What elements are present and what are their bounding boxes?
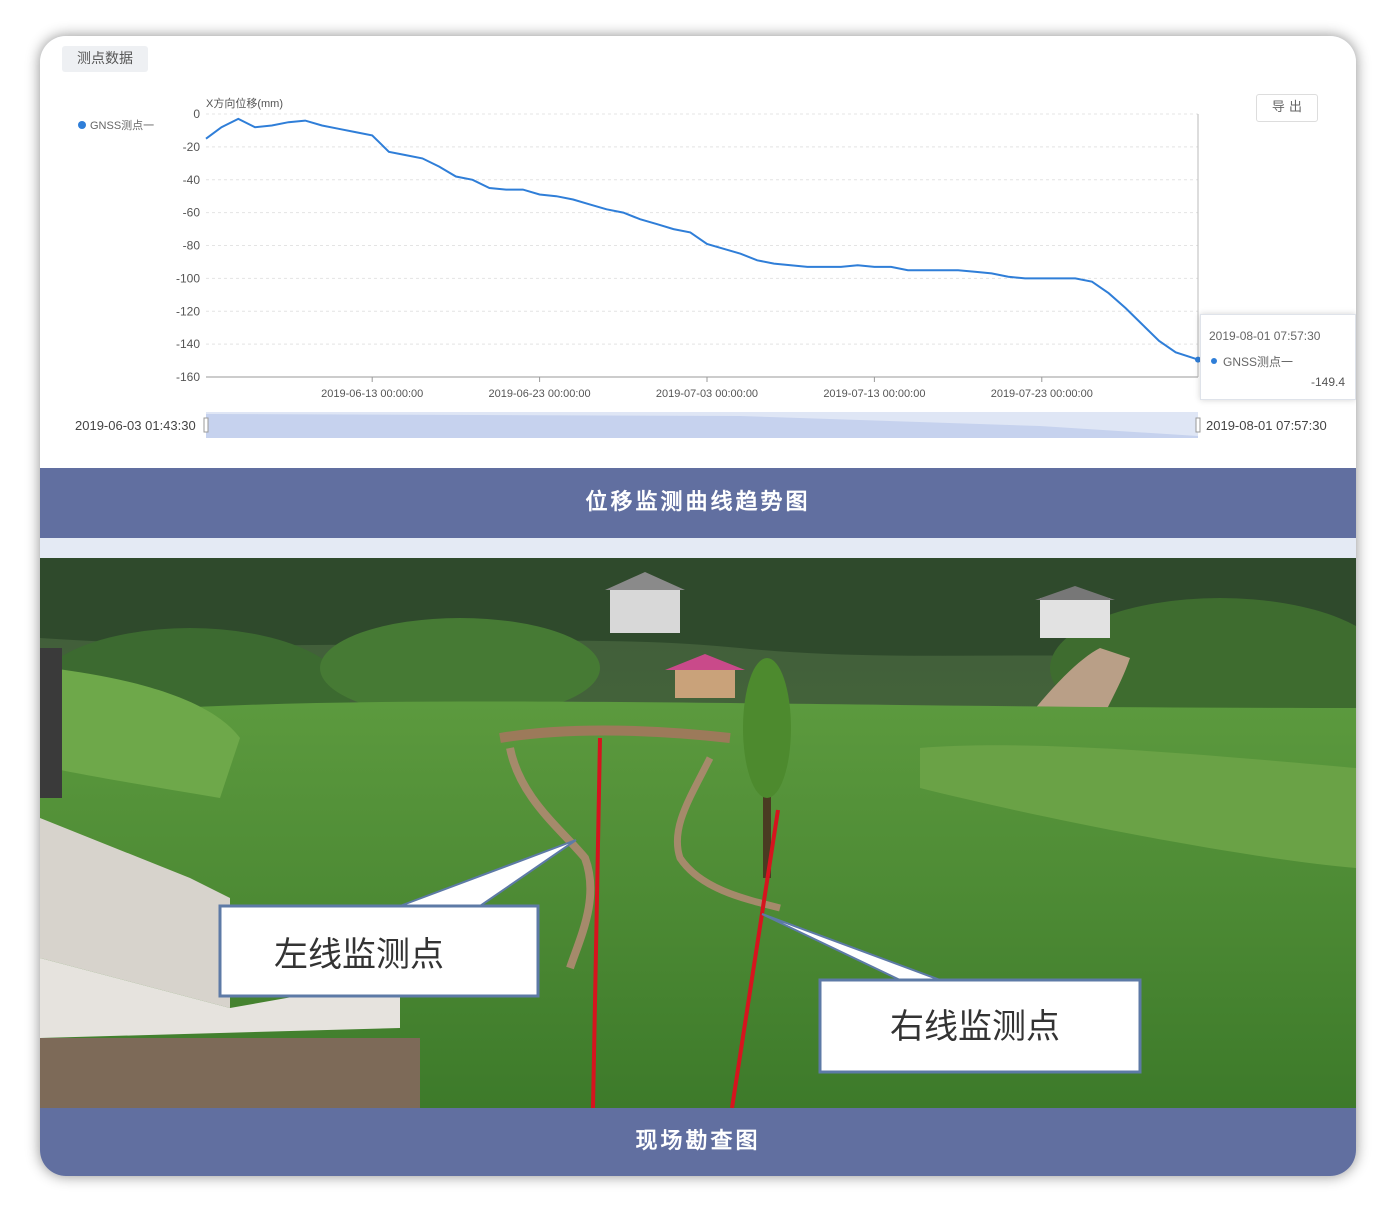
legend[interactable]: GNSS测点一 bbox=[78, 119, 154, 132]
y-tick-label: -100 bbox=[176, 271, 200, 285]
series-line-gnss[interactable] bbox=[205, 117, 1199, 361]
x-tick-label: 2019-07-23 00:00:00 bbox=[991, 388, 1093, 400]
tooltip-series-name: GNSS测点一 bbox=[1223, 355, 1294, 369]
tooltip-marker bbox=[1211, 358, 1217, 364]
y-tick-label: -60 bbox=[183, 206, 201, 220]
x-tick-label: 2019-06-13 00:00:00 bbox=[321, 388, 423, 400]
y-tick-label: -80 bbox=[183, 239, 201, 253]
legend-marker bbox=[78, 121, 86, 129]
y-tick-label: -140 bbox=[176, 337, 200, 351]
range-handle-right[interactable] bbox=[1195, 417, 1201, 433]
figure-card: 测点数据 导 出 0 -20 -40 -60 -80 -100 -120 -140 -160 2… bbox=[40, 36, 1356, 1176]
y-tick-label: -160 bbox=[176, 370, 200, 384]
data-tooltip: 2019-08-01 07:57:30 GNSS测点一 -149.4 bbox=[1200, 314, 1356, 400]
legend-label: GNSS测点一 bbox=[90, 119, 154, 132]
x-tick-label: 2019-06-23 00:00:00 bbox=[489, 388, 591, 400]
x-tick-label: 2019-07-13 00:00:00 bbox=[823, 388, 925, 400]
chart-panel: 测点数据 导 出 0 -20 -40 -60 -80 -100 -120 -140 -160 2… bbox=[40, 36, 1356, 468]
site-photo: 左线监测点 右线监测点 bbox=[40, 558, 1356, 1108]
chart-caption: 位移监测曲线趋势图 bbox=[40, 468, 1356, 538]
range-start-label: 2019-06-03 01:43:30 bbox=[75, 418, 196, 433]
photo-caption: 现场勘查图 bbox=[40, 1108, 1356, 1176]
tooltip-time: 2019-08-01 07:57:30 bbox=[1209, 329, 1321, 343]
site-photo-illustration: 左线监测点 右线监测点 bbox=[40, 558, 1356, 1108]
x-axis: 2019-06-13 00:00:00 2019-06-23 00:00:00 20… bbox=[321, 377, 1093, 400]
callout-left-label: 左线监测点 bbox=[274, 935, 444, 975]
y-tick-label: 0 bbox=[193, 107, 200, 121]
y-tick-label: -120 bbox=[176, 304, 200, 318]
y-axis-label: X方向位移(mm) bbox=[206, 96, 283, 110]
range-end-label: 2019-08-01 07:57:30 bbox=[1206, 418, 1327, 433]
callout-right-label: 右线监测点 bbox=[890, 1007, 1060, 1047]
range-handle-left[interactable] bbox=[203, 417, 209, 433]
y-tick-labels: 0 -20 -40 -60 -80 -100 -120 -140 -160 bbox=[176, 107, 200, 384]
x-tick-label: 2019-07-03 00:00:00 bbox=[656, 388, 758, 400]
tooltip-value: -149.4 bbox=[1310, 375, 1345, 389]
y-tick-label: -40 bbox=[183, 173, 201, 187]
y-tick-label: -20 bbox=[183, 140, 201, 154]
grid-lines bbox=[206, 113, 1198, 378]
displacement-chart: 0 -20 -40 -60 -80 -100 -120 -140 -160 2019-06-13… bbox=[78, 96, 1201, 438]
